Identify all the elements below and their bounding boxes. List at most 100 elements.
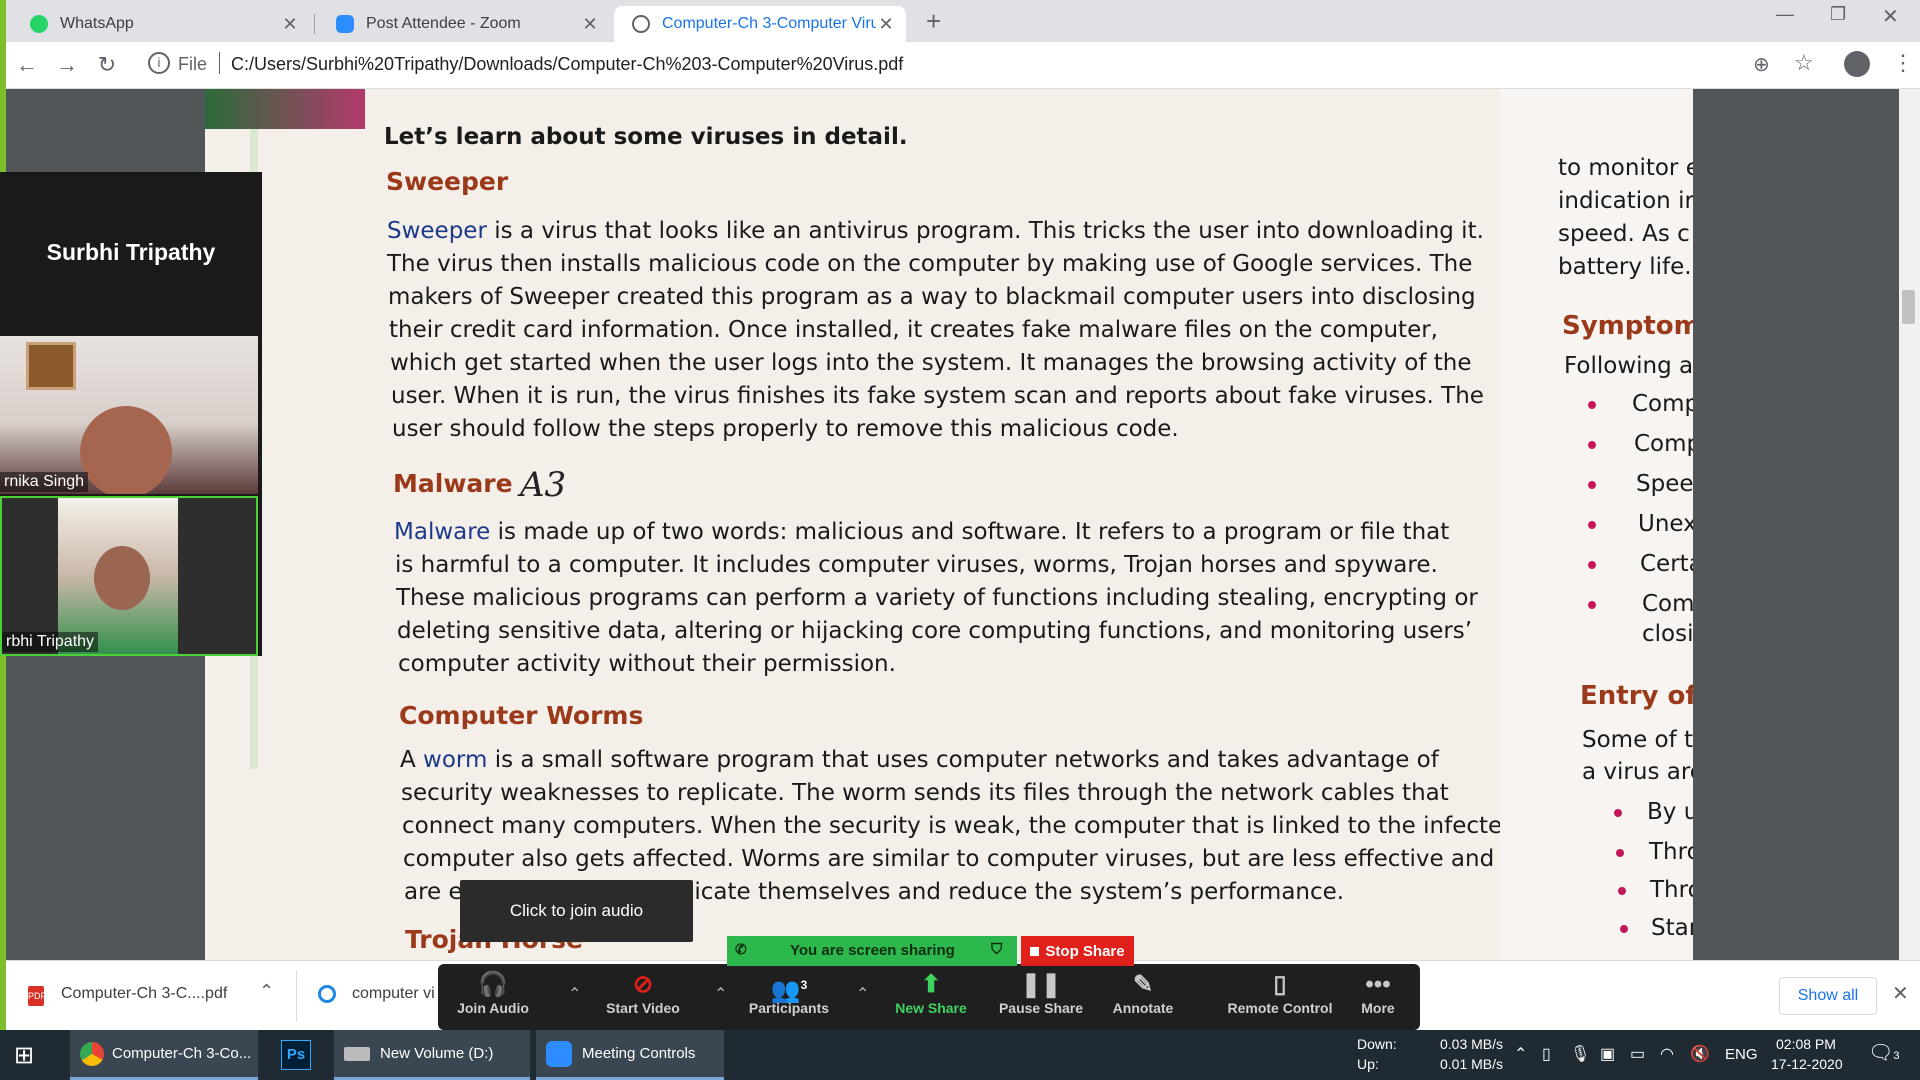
close-icon[interactable]: ✕ [876,14,896,35]
sweeper-line: Sweeper is a virus that looks like an an… [387,218,1484,244]
bullet [1588,481,1596,489]
chevron-up-icon[interactable]: ⌃ [568,984,581,1004]
minimize-button[interactable]: — [1776,4,1794,25]
symptom-item: Comp [1634,431,1693,457]
new-share-button[interactable]: ⬆ New Share [876,970,986,1016]
new-tab-button[interactable]: + [926,6,941,37]
wifi-icon[interactable]: ◠ [1660,1044,1674,1064]
symptom-item: Unex [1638,511,1693,537]
tab-whatsapp[interactable]: WhatsApp ✕ [12,6,310,42]
mic-icon[interactable]: 🎙 [1570,1044,1590,1064]
right-text-line: battery life. [1558,254,1692,280]
bullet [1588,561,1596,569]
symptom-item: Comp [1632,391,1693,417]
notification-icon[interactable]: 🗨3 [1868,1040,1900,1065]
browser-tab-strip: WhatsApp ✕ Post Attendee - Zoom ✕ Comput… [6,0,1920,42]
net-up-value: 0.01 MB/s [1440,1056,1504,1072]
pause-share-button[interactable]: ❚❚ Pause Share [986,970,1096,1016]
taskbar-chrome[interactable]: Computer-Ch 3-Co... [70,1030,258,1080]
start-video-button[interactable]: ⊘ Start Video [588,970,698,1016]
join-audio-button[interactable]: 🎧 Join Audio [438,970,548,1016]
participants-button[interactable]: 👥3 Participants [734,970,844,1016]
close-icon[interactable]: ✕ [280,14,300,35]
windows-start-icon[interactable]: ⊞ [14,1030,34,1080]
remote-control-button[interactable]: ▯ Remote Control [1210,970,1350,1016]
malware-line: is harmful to a computer. It includes co… [395,552,1438,578]
pdf-icon: PDF [28,986,46,1006]
download-item[interactable]: Computer-Ch 3-C....pdf [61,985,227,1003]
malware-line: Malware is made up of two words: malicio… [394,519,1450,545]
tab-computer-virus-pdf[interactable]: Computer-Ch 3-Computer Virus. ✕ [614,6,906,42]
screen-sharing-indicator[interactable]: ✆ You are screen sharing ⛉ [727,936,1017,966]
stop-icon [1030,946,1040,956]
chevron-up-icon[interactable]: ⌃ [259,981,274,1002]
download-item[interactable]: computer vi [352,985,435,1003]
worms-heading: Computer Worms [399,701,644,730]
zoom-icon[interactable]: ⊕ [1753,52,1770,77]
bullet [1588,601,1596,609]
host-name: Surbhi Tripathy [46,238,216,265]
device-icon[interactable]: ▯ [1542,1044,1551,1064]
zoom-meeting-controls: 🎧 Join Audio ⌃ ⊘ Start Video ⌃ 👥3 Participa… [438,964,1420,1030]
ie-icon [318,985,336,1003]
forward-button[interactable]: → [52,50,82,80]
chevron-up-icon[interactable]: ⌃ [1514,1044,1527,1064]
more-icon: ••• [1365,971,1391,998]
pencil-icon: ✎ [1132,971,1154,998]
close-icon[interactable]: ✕ [580,14,600,35]
net-up-label: Up: [1357,1056,1379,1072]
menu-kebab-icon[interactable]: ⋮ [1892,50,1914,76]
language-indicator[interactable]: ENG [1725,1046,1758,1063]
bullet [1618,887,1626,895]
bullet [1614,809,1622,817]
participant-video[interactable]: rnika Singh [0,336,258,494]
pdf-scrollbar-thumb[interactable] [1902,290,1915,324]
malware-line: computer activity without their permissi… [398,651,896,677]
join-audio-tooltip: Click to join audio [460,880,693,942]
stop-share-button[interactable]: Stop Share [1021,936,1134,966]
participant-video-active[interactable]: rbhi Tripathy [0,496,258,656]
annotate-button[interactable]: ✎ Annotate [1088,970,1198,1016]
tab-zoom[interactable]: Post Attendee - Zoom ✕ [318,6,610,42]
mouse-icon: ▯ [1273,971,1287,998]
show-all-button[interactable]: Show all [1779,977,1877,1015]
taskbar-zoom[interactable]: Meeting Controls [536,1030,724,1080]
malware-line: deleting sensitive data, altering or hij… [397,618,1473,644]
symptom-item: Com [1642,591,1693,617]
close-downloads-icon[interactable]: ✕ [1892,981,1909,1006]
wall-frame [26,342,76,390]
globe-icon [632,15,650,33]
reload-button[interactable]: ↻ [92,50,122,80]
info-icon[interactable]: i [148,52,170,74]
phone-icon: ✆ [735,941,747,957]
clock-time[interactable]: 02:08 PM [1776,1036,1836,1052]
chevron-up-icon[interactable]: ⌃ [856,984,869,1004]
sweeper-line: user. When it is run, the virus finishes… [391,383,1484,409]
volume-muted-icon[interactable]: 🔇 [1690,1044,1710,1064]
close-window-button[interactable]: ✕ [1882,4,1899,29]
bookmark-star-icon[interactable]: ☆ [1794,50,1814,76]
participant-face [80,406,172,494]
video-off-icon: ⊘ [632,971,654,998]
restore-button[interactable]: ❐ [1830,4,1846,25]
profile-avatar-icon[interactable] [1844,51,1870,77]
chevron-up-icon[interactable]: ⌃ [714,984,727,1004]
net-down-label: Down: [1357,1036,1397,1052]
back-button[interactable]: ← [12,50,42,80]
taskbar-explorer[interactable]: New Volume (D:) [334,1030,530,1080]
handwritten-note: A3 [520,465,567,505]
worms-line: connect many computers. When the securit… [402,813,1517,839]
taskbar-photoshop[interactable]: Ps [278,1030,314,1080]
more-button[interactable]: ••• More [1338,970,1418,1016]
chrome-icon [80,1041,104,1066]
battery-icon[interactable]: ▭ [1630,1044,1645,1064]
display-icon[interactable]: ▣ [1600,1044,1615,1064]
participant-face [94,546,150,610]
address-bar[interactable]: C:/Users/Surbhi%20Tripathy/Downloads/Com… [231,54,903,75]
zoom-video-panel[interactable]: Surbhi Tripathy rnika Singh rbhi Tripath… [0,172,262,656]
right-text-line: indication ir [1558,188,1693,214]
clock-date[interactable]: 17-12-2020 [1771,1056,1843,1072]
entry-heading: Entry of [1580,681,1693,711]
tab-title: WhatsApp [60,15,134,32]
pdf-scrollbar[interactable] [1899,89,1920,960]
